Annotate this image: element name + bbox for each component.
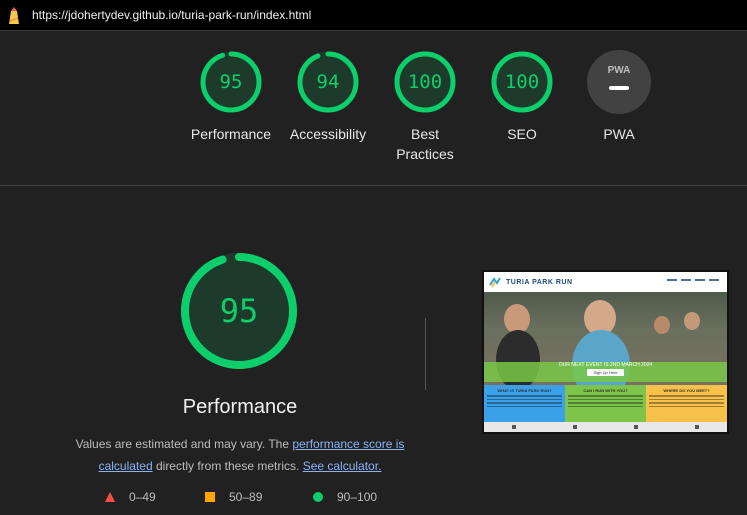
col-heading: CAN I RUN WITH YOU? [583,388,628,393]
screenshot-col-3: WHERE DO YOU MEET? [646,385,727,422]
performance-title: Performance [182,396,298,418]
gauge-label: Performance [190,126,272,142]
screenshot-col-2: CAN I RUN WITH YOU? [565,385,646,422]
legend-range: 50–89 [229,490,263,504]
performance-score: 95 [219,292,259,330]
section-divider [0,185,747,186]
browser-bar: https://jdohertydev.github.io/turia-park… [0,0,747,31]
gauge-accessibility[interactable]: 94 Accessibility [283,50,373,144]
banner-text: OUR NEXT EVENT IS 2ND MARCH 2024 [558,362,653,368]
screenshot-footer [484,422,727,432]
screenshot-hero: OUR NEXT EVENT IS 2ND MARCH 2024 Sign Up… [484,292,727,385]
performance-gauge: 95 [179,251,299,371]
legend-range: 0–49 [129,490,156,504]
circle-icon [313,492,323,502]
score-value: 95 [219,71,243,93]
screenshot-brand: TURIA PARK RUN [506,278,573,286]
screenshot-columns: WHAT IS TURIA PARK RUN? CAN I RUN WITH Y… [484,385,727,422]
pwa-badge-icon: PWA [587,50,651,114]
gauge-seo[interactable]: 100 SEO [477,50,567,144]
score-value: 100 [407,71,443,93]
final-screenshot[interactable]: TURIA PARK RUN OUR NEXT EVENT IS 2ND MAR… [482,270,729,434]
triangle-icon [105,492,115,502]
gauge-label: PWA [603,126,635,142]
square-icon [205,492,215,502]
legend-average: 50–89 [205,490,262,504]
gauge-pwa[interactable]: PWA PWA [574,50,664,144]
desc-text: Values are estimated and may vary. The [75,437,293,451]
score-value: 94 [316,71,340,93]
screenshot-col-1: WHAT IS TURIA PARK RUN? [484,385,565,422]
pwa-badge-text: PWA [608,65,631,76]
screenshot-banner: OUR NEXT EVENT IS 2ND MARCH 2024 Sign Up… [484,362,727,382]
gauge-label: Accessibility [289,126,367,142]
screenshot-nav [667,279,719,281]
desc-text: directly from these metrics. [152,459,303,473]
gauge-label: Best Practices [396,126,454,162]
col-heading: WHERE DO YOU MEET? [663,388,710,393]
page-url[interactable]: https://jdohertydev.github.io/turia-park… [32,8,311,22]
score-gauges: 95 Performance 94 Accessibility 100 Best… [0,50,747,170]
col-heading: WHAT IS TURIA PARK RUN? [497,388,552,393]
screenshot-header: TURIA PARK RUN [484,272,727,292]
performance-description: Values are estimated and may vary. The p… [60,433,420,477]
score-legend: 0–49 50–89 90–100 [0,490,747,510]
legend-fail: 0–49 [105,490,156,504]
runner-logo-icon [489,277,501,288]
gauge-label: SEO [507,126,537,142]
gauge-performance[interactable]: 95 Performance [186,50,276,144]
legend-pass: 90–100 [313,490,377,504]
vertical-separator [425,318,426,390]
see-calculator-link[interactable]: See calculator. [303,459,382,473]
legend-range: 90–100 [337,490,378,504]
lighthouse-icon [9,7,19,24]
banner-button: Sign Up Here [587,369,624,376]
gauge-best-practices[interactable]: 100 Best Practices [380,50,470,164]
score-value: 100 [504,71,540,93]
